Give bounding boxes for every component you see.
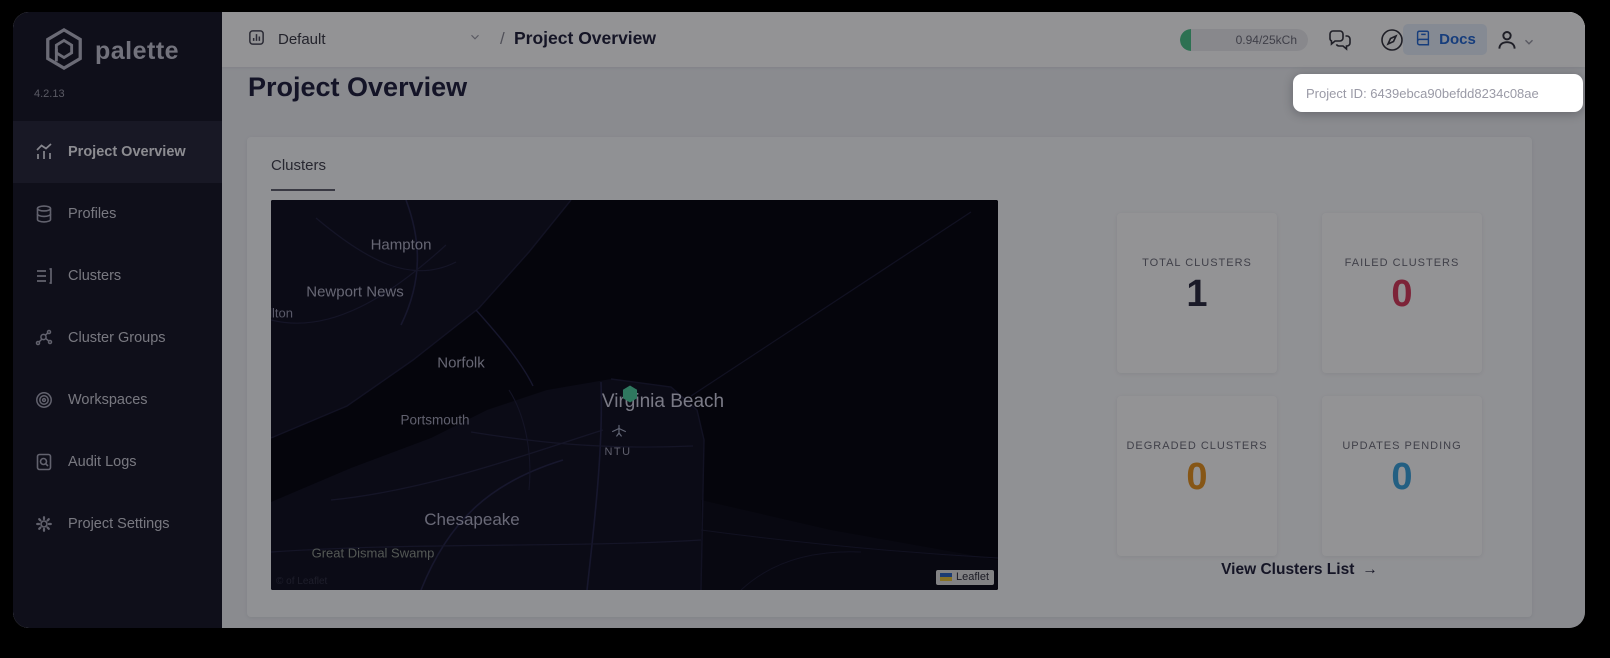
doc-search-icon (34, 452, 54, 472)
tab-clusters[interactable]: Clusters (271, 157, 326, 174)
sidebar-item-cluster-groups[interactable]: Cluster Groups (13, 307, 222, 369)
screenshot-stage: palette 4.2.13 Project Overview Profiles… (0, 0, 1610, 658)
view-clusters-list-label: View Clusters List (1221, 561, 1355, 578)
gear-icon (34, 514, 54, 534)
sidebar-item-audit-logs[interactable]: Audit Logs (13, 431, 222, 493)
brand-logo[interactable]: palette (43, 27, 179, 76)
sidebar-item-label: Project Settings (68, 516, 170, 532)
project-id-tooltip: Project ID: 6439ebca90befdd8234c08ae (1293, 74, 1583, 112)
map-attribution: © of Leaflet (276, 576, 328, 587)
sidebar: palette 4.2.13 Project Overview Profiles… (13, 12, 222, 628)
user-profile-icon[interactable] (1494, 27, 1522, 55)
airport-plane-icon (610, 423, 628, 446)
app-version: 4.2.13 (34, 88, 65, 100)
palette-hexagon-logo-icon (43, 27, 85, 76)
stat-value: 0 (1391, 456, 1413, 498)
project-id-tooltip-text: Project ID: 6439ebca90befdd8234c08ae (1306, 85, 1539, 101)
stat-label: TOTAL CLUSTERS (1142, 257, 1252, 269)
sidebar-item-project-settings[interactable]: Project Settings (13, 493, 222, 555)
usage-meter-fill (1180, 29, 1191, 51)
stat-label: DEGRADED CLUSTERS (1126, 440, 1268, 452)
stat-value: 0 (1186, 456, 1208, 498)
usage-meter-value: 0.94/25kCh (1235, 33, 1297, 47)
book-icon (1414, 29, 1432, 50)
docs-button[interactable]: Docs (1403, 24, 1487, 55)
chat-icon[interactable] (1326, 26, 1354, 54)
brand-name: palette (95, 37, 180, 65)
sidebar-item-label: Audit Logs (68, 454, 137, 470)
arrow-right-icon: → (1362, 561, 1378, 578)
tab-active-indicator (271, 189, 335, 191)
sidebar-item-label: Profiles (68, 206, 117, 222)
database-icon (34, 204, 54, 224)
breadcrumb[interactable]: Project Overview (514, 28, 656, 49)
usage-meter: 0.94/25kCh (1180, 29, 1308, 51)
stat-card-updates-pending: UPDATES PENDING 0 (1322, 396, 1482, 556)
project-selector-value: Default (278, 31, 326, 48)
stat-label: FAILED CLUSTERS (1344, 257, 1460, 269)
project-selector[interactable]: Default (247, 12, 482, 67)
list-icon (34, 266, 54, 286)
docs-button-label: Docs (1439, 31, 1476, 48)
sidebar-item-project-overview[interactable]: Project Overview (13, 121, 222, 183)
network-icon (34, 328, 54, 348)
stat-label: UPDATES PENDING (1342, 440, 1462, 452)
sidebar-item-label: Workspaces (68, 392, 148, 408)
chevron-down-icon (468, 30, 482, 49)
bar-chart-icon (34, 142, 54, 162)
view-clusters-list-link[interactable]: View Clusters List → (1117, 561, 1482, 579)
ukraine-flag-icon (939, 573, 952, 581)
clusters-panel: Clusters Hampton Newport News llton Norf… (247, 137, 1532, 617)
breadcrumb-separator: / (500, 29, 505, 48)
sidebar-item-label: Project Overview (68, 144, 186, 160)
target-icon (34, 390, 54, 410)
stat-value: 1 (1186, 273, 1208, 315)
topbar: Default / Project Overview 0.94/25kCh Do… (222, 12, 1585, 67)
sidebar-item-label: Cluster Groups (68, 330, 166, 346)
stat-value: 0 (1391, 273, 1413, 315)
clusters-map[interactable]: Hampton Newport News llton Norfolk Ports… (271, 200, 998, 590)
stat-card-degraded-clusters: DEGRADED CLUSTERS 0 (1117, 396, 1277, 556)
sidebar-item-label: Clusters (68, 268, 122, 284)
user-menu-chevron-icon[interactable] (1522, 35, 1536, 49)
page-title: Project Overview (248, 72, 468, 102)
leaflet-label: Leaflet (955, 571, 989, 583)
sidebar-item-clusters[interactable]: Clusters (13, 245, 222, 307)
sidebar-nav: Project Overview Profiles Clusters Clust… (13, 121, 222, 555)
stat-card-total-clusters: TOTAL CLUSTERS 1 (1117, 213, 1277, 373)
palette-app-window: palette 4.2.13 Project Overview Profiles… (13, 12, 1585, 628)
sidebar-item-workspaces[interactable]: Workspaces (13, 369, 222, 431)
leaflet-attribution[interactable]: Leaflet (935, 570, 994, 585)
sidebar-item-profiles[interactable]: Profiles (13, 183, 222, 245)
stat-card-failed-clusters: FAILED CLUSTERS 0 (1322, 213, 1482, 373)
project-scope-icon (247, 28, 266, 52)
help-compass-icon[interactable] (1378, 26, 1406, 54)
